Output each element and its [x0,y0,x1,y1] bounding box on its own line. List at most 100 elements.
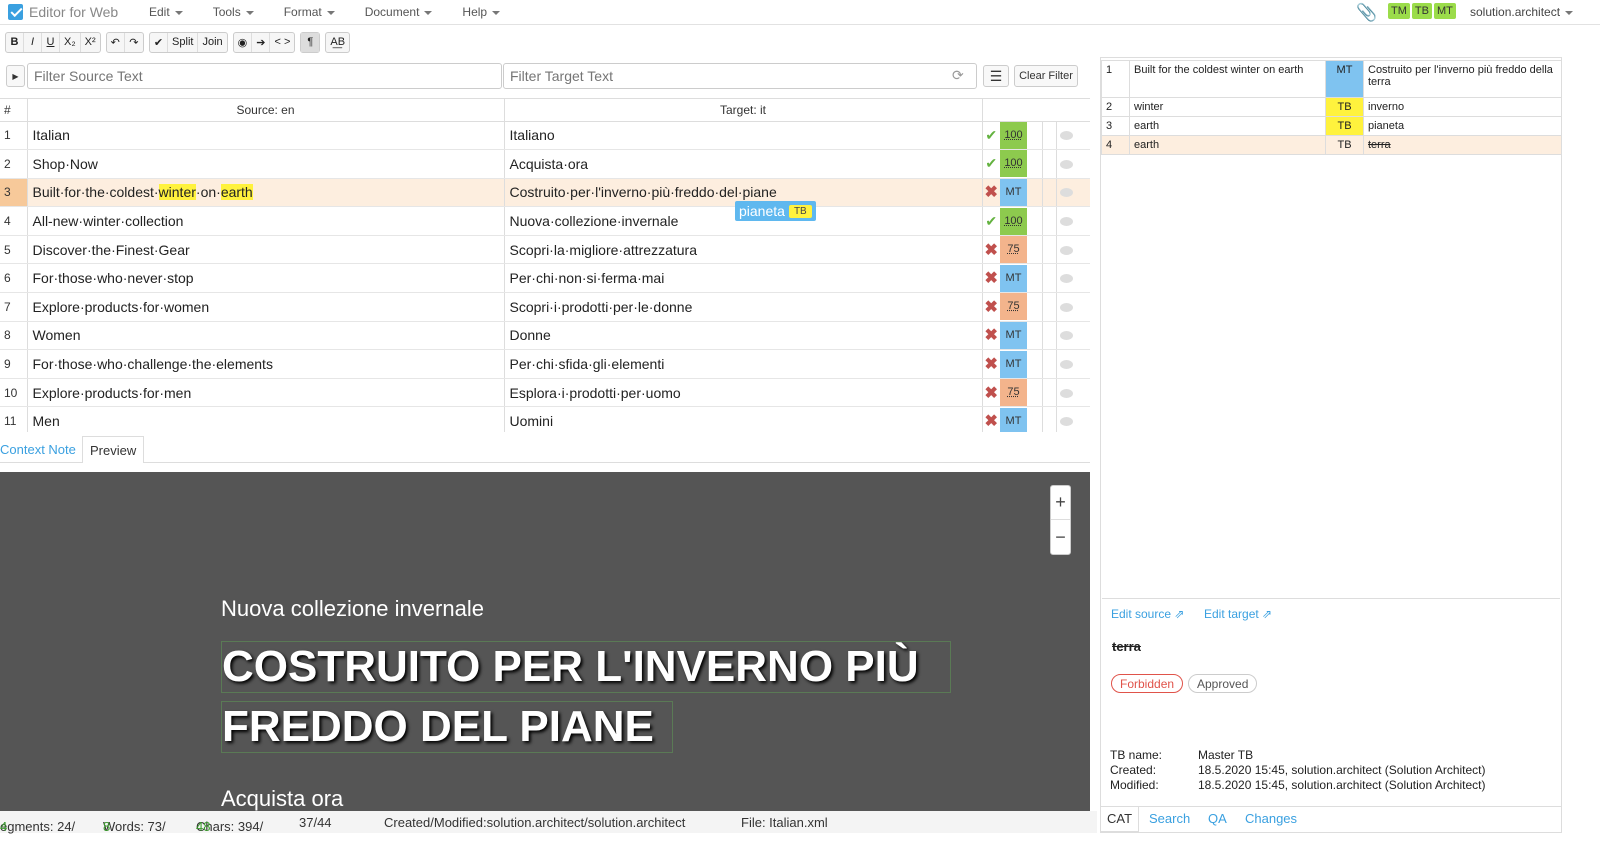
term-highlight[interactable]: winter [158,184,196,201]
confirm-button[interactable]: ✔ [150,32,169,52]
edit-source-link[interactable]: Edit source ⇗ [1111,607,1184,621]
target-cell[interactable]: Scopri·la·migliore·attrezzatura [504,235,983,265]
spellcheck-button[interactable]: A͟B [326,33,349,52]
comment-icon[interactable] [1059,302,1073,312]
comment-icon[interactable] [1059,417,1073,427]
source-cell[interactable]: Discover·the·Finest·Gear [27,235,505,265]
tab-preview[interactable]: Preview [82,436,145,463]
target-cell[interactable]: Per·chi·sfida·gli·elementi [504,349,983,379]
menu-tools[interactable]: Tools [213,5,254,19]
match-score[interactable]: 100 [1000,150,1027,178]
target-cell[interactable]: Per·chi·non·si·ferma·mai [504,263,983,294]
comment-icon[interactable] [1059,360,1073,370]
list-view-button[interactable]: ☰ [983,65,1009,87]
superscript-button[interactable]: X² [81,33,100,52]
source-cell[interactable]: Women [27,321,505,351]
unconfirmed-icon[interactable]: ✖ [985,327,998,344]
match-row[interactable]: 1 Built for the coldest winter on earth … [1101,60,1562,98]
match-score[interactable]: MT [1000,178,1027,206]
table-row[interactable]: 10 Explore·products·for·men Esplora·i·pr… [0,378,1090,408]
unconfirmed-icon[interactable]: ✖ [985,385,998,402]
match-score[interactable]: MT [1000,407,1027,432]
table-row[interactable]: 5 Discover·the·Finest·Gear Scopri·la·mig… [0,235,1090,265]
table-row[interactable]: 8 Women Donne ✖ MT [0,321,1090,351]
match-score[interactable]: MT [1000,264,1027,292]
match-score[interactable]: 100 [1000,121,1027,149]
split-button[interactable]: Split [168,32,199,52]
italic-button[interactable]: I [24,32,42,52]
join-button[interactable]: Join [198,33,226,52]
target-cell[interactable]: Acquista·ora [504,149,983,179]
target-cell[interactable]: Uomini [504,406,983,432]
tab-context-note[interactable]: Context Note [0,436,83,463]
attachment-icon[interactable]: 📎 [1356,3,1377,23]
comment-icon[interactable] [1059,217,1073,227]
tab-cat[interactable]: CAT [1100,807,1140,832]
source-cell[interactable]: For·those·who·challenge·the·elements [27,349,505,379]
comment-icon[interactable] [1059,331,1073,341]
term-highlight[interactable]: earth [220,184,253,201]
tb-badge[interactable]: TB [1411,3,1432,19]
comment-icon[interactable] [1059,188,1073,198]
target-filter-input[interactable] [503,63,977,89]
zoom-in-button[interactable]: + [1051,486,1070,520]
source-cell[interactable]: Explore·products·for·women [27,292,505,322]
comment-icon[interactable] [1059,159,1073,169]
target-cell[interactable]: Scopri·i·prodotti·per·le·donne [504,292,983,322]
source-cell[interactable]: All-new·winter·collection [27,206,505,236]
comment-icon[interactable] [1059,131,1073,141]
mt-badge[interactable]: MT [1433,3,1456,19]
match-score[interactable]: MT [1000,350,1027,378]
menu-help[interactable]: Help [462,5,501,19]
match-score[interactable]: 75 [1000,236,1027,263]
source-filter-input[interactable] [27,63,502,89]
unconfirmed-icon[interactable]: ✖ [985,242,998,259]
comment-icon[interactable] [1059,274,1073,284]
match-row[interactable]: 2 winter TB inverno [1101,97,1562,117]
col-source[interactable]: Source: en [27,99,505,122]
table-row[interactable]: 11 Men Uomini ✖ MT [0,406,1090,432]
confirmed-icon[interactable]: ✔ [985,213,997,229]
refresh-icon[interactable]: ⟳ [952,67,964,84]
term-suggestion-popup[interactable]: pianeta TB [735,201,816,221]
tab-qa[interactable]: QA [1208,811,1227,826]
source-cell[interactable]: Explore·products·for·men [27,378,505,408]
match-row[interactable]: 3 earth TB pianeta [1101,116,1562,136]
table-row[interactable]: 1 Italian Italiano ✔ 100 [0,121,1090,151]
table-row[interactable]: 7 Explore·products·for·women Scopri·i·pr… [0,292,1090,322]
undo-button[interactable]: ↶ [107,32,125,52]
unconfirmed-icon[interactable]: ✖ [985,184,998,201]
expand-filter-button[interactable]: ▶ [6,65,25,87]
table-row-selected[interactable]: 3 Built·for·the·coldest·winter·on·earth … [0,178,1090,208]
comment-icon[interactable] [1059,388,1073,398]
target-cell[interactable]: Italiano [504,121,983,151]
bold-button[interactable]: B [6,32,24,52]
clear-filter-button[interactable]: Clear Filter [1014,65,1078,87]
unconfirmed-icon[interactable]: ✖ [985,356,998,373]
match-score[interactable]: MT [1000,321,1027,349]
unconfirmed-icon[interactable]: ✖ [985,270,998,287]
edit-target-link[interactable]: Edit target ⇗ [1204,607,1272,621]
table-row[interactable]: 6 For·those·who·never·stop Per·chi·non·s… [0,263,1090,294]
unconfirmed-icon[interactable]: ✖ [985,299,998,316]
tm-badge[interactable]: TM [1388,3,1410,19]
source-cell[interactable]: Men [27,406,505,432]
tab-changes[interactable]: Changes [1245,811,1297,826]
source-cell[interactable]: For·those·who·never·stop [27,263,505,294]
menu-format[interactable]: Format [284,5,335,19]
source-cell[interactable]: Built·for·the·coldest·winter·on·earth [27,178,505,208]
subscript-button[interactable]: X₂ [60,32,81,52]
tab-search[interactable]: Search [1149,811,1190,826]
zoom-out-button[interactable]: − [1051,520,1070,554]
underline-button[interactable]: U [42,32,60,52]
table-row[interactable]: 9 For·those·who·challenge·the·elements P… [0,349,1090,379]
comment-icon[interactable] [1059,245,1073,255]
unconfirmed-icon[interactable]: ✖ [985,413,998,430]
source-cell[interactable]: Italian [27,121,505,151]
source-cell[interactable]: Shop·Now [27,149,505,179]
menu-document[interactable]: Document [365,5,433,19]
menu-edit[interactable]: Edit [149,5,183,19]
record-button[interactable]: ◉ [234,32,253,52]
show-formatting-button[interactable]: ¶ [301,32,320,52]
user-menu[interactable]: solution.architect [1470,5,1574,19]
